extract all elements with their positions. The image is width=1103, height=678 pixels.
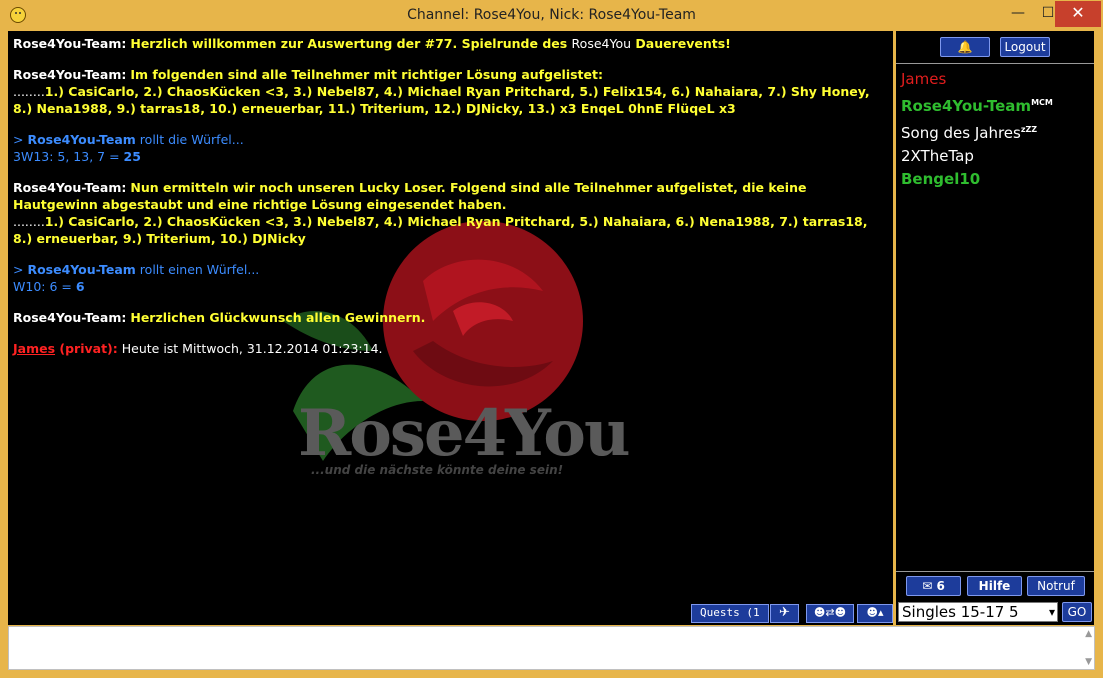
chat-message: Rose4You-Team: Im folgenden sind alle Te…	[13, 66, 883, 117]
message-text: Heute ist Mittwoch, 31.12.2014 01:23:14.	[117, 341, 383, 356]
mail-icon: ✉	[922, 579, 933, 593]
message-text: Herzlich willkommen zur Auswertung der #…	[130, 36, 572, 51]
message-nick[interactable]: Rose4You-Team:	[13, 310, 126, 325]
help-button[interactable]: Hilfe	[967, 576, 1022, 596]
mail-button[interactable]: ✉ 6	[906, 576, 961, 596]
sidebar-bottom: ✉ 6 Hilfe Notruf Singles 15-17 5 ▾ GO	[896, 571, 1094, 626]
message-text: 1.) CasiCarlo, 2.) ChaosKücken <3, 3.) N…	[13, 84, 870, 116]
private-message: James (privat): Heute ist Mittwoch, 31.1…	[13, 340, 883, 357]
watermark-tagline: ...und die nächste könnte deine sein!	[311, 463, 564, 477]
go-button[interactable]: GO	[1062, 602, 1092, 622]
user-name: 2XTheTap	[901, 147, 974, 165]
scroll-up-icon[interactable]: ▲	[1085, 629, 1092, 639]
dice-result: 3W13: 5, 13, 7 =	[13, 149, 124, 164]
user-name: Song des Jahres	[901, 124, 1021, 142]
dice-message: > Rose4You-Team rollt einen Würfel... W1…	[13, 261, 883, 295]
user-list: James Rose4You-TeamMCM Song des JahreszZ…	[896, 64, 1094, 191]
message-text: Nun ermitteln wir noch unseren Lucky Los…	[13, 180, 807, 212]
sidebar-top: 🔔 Logout	[896, 31, 1094, 64]
user-item[interactable]: Rose4You-TeamMCM	[901, 91, 1094, 118]
user-sidebar: 🔔 Logout James Rose4You-TeamMCM Song des…	[896, 31, 1094, 625]
dice-sum: 6	[75, 279, 85, 294]
chevron-down-icon: ▾	[1048, 605, 1055, 619]
close-button[interactable]: ✕	[1055, 1, 1101, 27]
chat-area[interactable]: Rose4You ...und die nächste könnte deine…	[8, 31, 893, 625]
scroll-down-icon[interactable]: ▼	[1085, 657, 1092, 667]
message-text: 1.) CasiCarlo, 2.) ChaosKücken <3, 3.) N…	[13, 214, 868, 246]
message-prefix: >	[13, 262, 28, 277]
minimize-button[interactable]: —	[1003, 1, 1033, 27]
logout-button[interactable]: Logout	[1000, 37, 1050, 57]
message-text: rollt einen Würfel...	[135, 262, 260, 277]
message-dots: ........	[13, 84, 45, 99]
user-badge: MCM	[1031, 98, 1053, 107]
dice-result: W10: 6 =	[13, 279, 76, 294]
user-item[interactable]: Song des JahreszZZ	[901, 118, 1094, 145]
bell-icon[interactable]: 🔔	[940, 37, 990, 57]
message-text: Im folgenden sind alle Teilnehmer mit ri…	[130, 67, 603, 82]
message-list: Rose4You-Team: Herzlich willkommen zur A…	[13, 35, 883, 371]
chat-message: Rose4You-Team: Nun ermitteln wir noch un…	[13, 179, 883, 247]
plane-icon[interactable]: ✈	[770, 604, 799, 623]
message-dots: ........	[13, 214, 45, 229]
channel-select-value: Singles 15-17 5	[902, 603, 1019, 621]
message-text: Rose4You	[571, 36, 632, 51]
private-tag: (privat):	[55, 341, 118, 356]
message-text: rollt die Würfel...	[135, 132, 244, 147]
message-text: Dauerevents!	[631, 36, 731, 51]
message-nick[interactable]: Rose4You-Team	[27, 262, 135, 277]
window-title: Channel: Rose4You, Nick: Rose4You-Team	[407, 7, 696, 23]
chat-message: Rose4You-Team: Herzlich willkommen zur A…	[13, 35, 883, 52]
message-nick[interactable]: Rose4You-Team:	[13, 36, 126, 51]
message-text: Herzlichen Glückwunsch allen Gewinnern.	[130, 310, 426, 325]
dice-sum: 25	[123, 149, 141, 164]
dice-message: > Rose4You-Team rollt die Würfel... 3W13…	[13, 131, 883, 165]
channel-select[interactable]: Singles 15-17 5 ▾	[898, 602, 1058, 622]
message-nick[interactable]: James	[13, 341, 55, 356]
emergency-button[interactable]: Notruf	[1027, 576, 1085, 596]
message-nick[interactable]: Rose4You-Team:	[13, 180, 126, 195]
smiley-menu-icon[interactable]: ☻▴	[857, 604, 893, 623]
user-item[interactable]: 2XTheTap	[901, 145, 1094, 168]
quests-button[interactable]: Quests (1	[691, 604, 769, 623]
watermark-logo: Rose4You	[298, 396, 630, 471]
user-name: Rose4You-Team	[901, 97, 1032, 115]
user-name: Bengel10	[901, 170, 981, 188]
title-bar: Channel: Rose4You, Nick: Rose4You-Team —…	[0, 0, 1103, 30]
user-item[interactable]: Bengel10	[901, 168, 1094, 191]
smiley-swap-icon[interactable]: ☻⇄☻	[806, 604, 854, 623]
away-badge: zZZ	[1020, 125, 1038, 134]
message-input[interactable]: ▲ ▼	[8, 626, 1095, 670]
message-prefix: >	[13, 132, 28, 147]
user-item[interactable]: James	[901, 68, 1094, 91]
message-nick[interactable]: Rose4You-Team	[27, 132, 135, 147]
user-name: James	[901, 70, 947, 88]
chat-message: Rose4You-Team: Herzlichen Glückwunsch al…	[13, 309, 883, 326]
message-nick[interactable]: Rose4You-Team:	[13, 67, 126, 82]
mail-count: 6	[936, 579, 945, 593]
